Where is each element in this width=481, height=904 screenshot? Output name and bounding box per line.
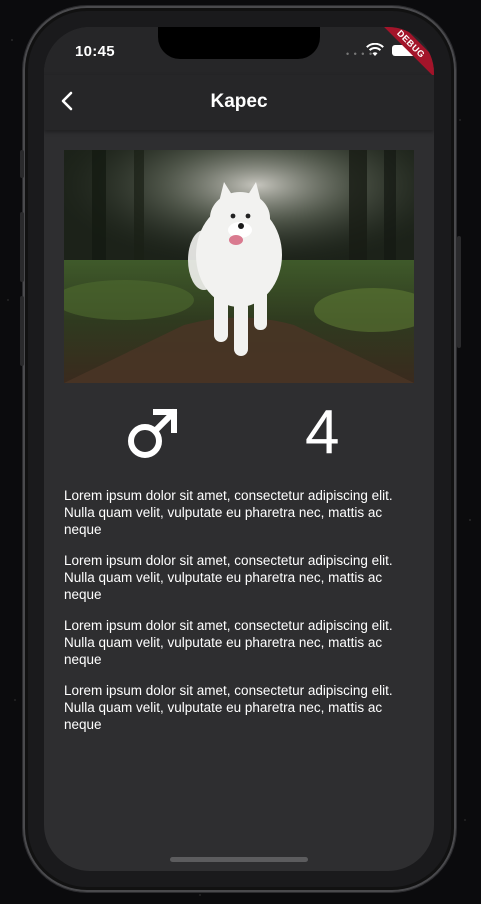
- wifi-icon: [366, 43, 384, 56]
- pet-age: 4: [305, 398, 340, 467]
- volume-down-button: [20, 296, 24, 366]
- pet-info-row: 4: [64, 383, 414, 487]
- description-paragraph: Lorem ipsum dolor sit amet, consectetur …: [64, 553, 393, 602]
- notch: [158, 27, 320, 59]
- status-time: 10:45: [75, 43, 115, 60]
- pet-detail-content: 4 Lorem ipsum dolor sit amet, consectetu…: [64, 150, 414, 747]
- description-paragraph: Lorem ipsum dolor sit amet, consectetur …: [64, 683, 393, 732]
- silent-switch: [20, 150, 24, 178]
- home-indicator[interactable]: [170, 857, 308, 862]
- power-button: [457, 236, 461, 348]
- app-bar: Kapec: [44, 75, 434, 130]
- status-bar: 10:45 • • • • DEBUG: [44, 27, 434, 81]
- description-paragraph: Lorem ipsum dolor sit amet, consectetur …: [64, 618, 393, 667]
- page-title: Kapec: [210, 91, 268, 112]
- dog-photo: [64, 150, 414, 383]
- male-symbol-icon: [128, 408, 178, 458]
- description-paragraph: Lorem ipsum dolor sit amet, consectetur …: [64, 488, 393, 537]
- volume-up-button: [20, 212, 24, 282]
- phone-screen: 10:45 • • • • DEBUG Kapec 4 Lorem ipsum …: [44, 27, 434, 871]
